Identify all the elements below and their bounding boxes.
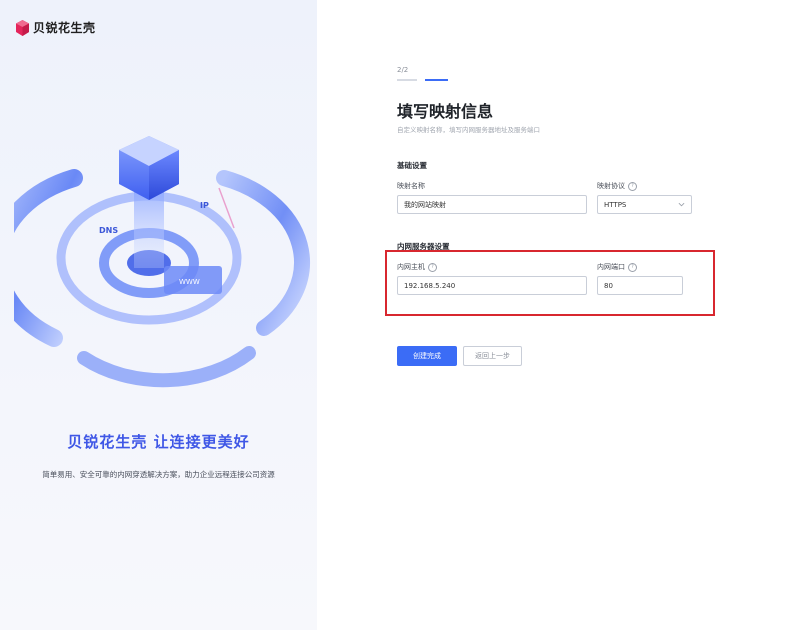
basic-settings-heading: 基础设置 (397, 161, 427, 170)
port-label: 内网端口 ? (597, 262, 637, 272)
port-value: 80 (604, 281, 613, 290)
hero-description: 简单易用、安全可靠的内网穿透解决方案，助力企业远程连接公司资源 (42, 470, 275, 479)
protocol-label-text: 映射协议 (597, 182, 625, 190)
step-progress-done (397, 79, 417, 81)
port-input[interactable]: 80 (597, 276, 683, 295)
page-title: 填写映射信息 (397, 102, 494, 121)
help-icon[interactable]: ? (428, 262, 437, 272)
protocol-label: 映射协议 ? (597, 181, 637, 191)
step-indicator: 2/2 (397, 66, 409, 74)
mapping-name-value: 我的网站映射 (404, 200, 446, 209)
protocol-value: HTTPS (604, 200, 627, 209)
host-value: 192.168.5.240 (404, 281, 456, 290)
brand-panel: 贝锐花生壳 WWW DNS IP 贝锐花生壳 让连接更美好 简单易用、安全可靠的… (0, 0, 317, 630)
help-icon[interactable]: ? (628, 262, 637, 272)
help-icon[interactable]: ? (628, 181, 637, 191)
host-label: 内网主机 ? (397, 262, 437, 272)
back-button[interactable]: 返回上一步 (463, 346, 522, 366)
dns-label: DNS (99, 226, 118, 235)
mapping-name-input[interactable]: 我的网站映射 (397, 195, 587, 214)
port-label-text: 内网端口 (597, 263, 625, 271)
logo-icon (16, 19, 29, 36)
hero-slogan: 贝锐花生壳 让连接更美好 (67, 433, 250, 451)
protocol-select[interactable]: HTTPS (597, 195, 692, 214)
mapping-name-label: 映射名称 (397, 181, 425, 191)
brand-name: 贝锐花生壳 (33, 21, 96, 35)
brand-logo: 贝锐花生壳 (16, 19, 96, 36)
hero-illustration: WWW DNS IP (14, 136, 310, 388)
www-label: WWW (179, 278, 200, 286)
ip-label: IP (200, 201, 209, 210)
create-button[interactable]: 创建完成 (397, 346, 457, 366)
page-subtitle: 自定义映射名称，填写内网服务器地址及服务端口 (397, 126, 540, 134)
step-progress-active (425, 79, 448, 81)
chevron-down-icon (678, 202, 685, 207)
mapping-name-label-text: 映射名称 (397, 182, 425, 190)
host-input[interactable]: 192.168.5.240 (397, 276, 587, 295)
host-label-text: 内网主机 (397, 263, 425, 271)
form-panel: 2/2 填写映射信息 自定义映射名称，填写内网服务器地址及服务端口 基础设置 映… (317, 0, 792, 630)
